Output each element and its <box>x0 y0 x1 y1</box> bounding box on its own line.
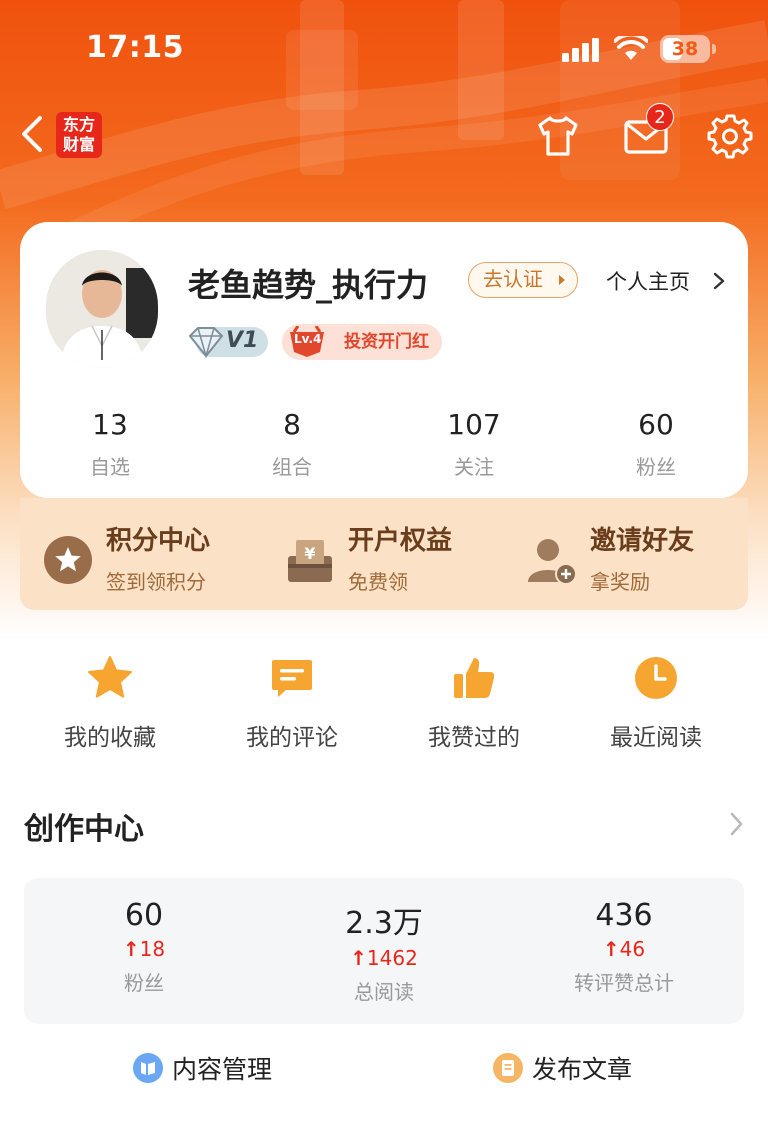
content-management-button[interactable]: 内容管理 <box>132 1048 302 1088</box>
add-friend-icon <box>528 539 577 585</box>
content-manage-icon <box>133 1053 163 1083</box>
creator-stat-delta: ↑1462 <box>284 946 484 970</box>
creator-stat-label: 粉丝 <box>124 971 164 995</box>
stat-fans[interactable]: 60 粉丝 <box>596 408 716 480</box>
chevron-right-icon[interactable] <box>728 810 744 838</box>
benefit-subtitle: 免费领 <box>348 570 408 594</box>
battery-indicator: 38 <box>660 35 716 63</box>
creator-stat-interactions[interactable]: 436 ↑46 转评赞总计 <box>524 898 724 996</box>
shirt-icon[interactable] <box>534 112 582 160</box>
creator-center-title[interactable]: 创作中心 <box>24 804 144 848</box>
app-logo: 东方 财富 <box>56 112 102 158</box>
creator-stat-reads[interactable]: 2.3万 ↑1462 总阅读 <box>284 898 484 1005</box>
creator-stat-fans[interactable]: 60 ↑18 粉丝 <box>44 898 244 996</box>
avatar-photo <box>46 250 158 368</box>
stat-value: 8 <box>283 408 301 441</box>
up-arrow-icon: ↑ <box>350 946 367 970</box>
stat-label: 粉丝 <box>636 455 676 479</box>
delta-value: 18 <box>139 937 166 961</box>
clock-icon <box>635 657 677 699</box>
wifi-icon <box>614 36 648 60</box>
yen-box-icon: ¥ <box>288 540 332 582</box>
cellular-signal-icon <box>562 38 599 62</box>
quick-action-label: 最近阅读 <box>610 725 702 751</box>
vip-level-badge[interactable]: V1 <box>186 324 270 360</box>
up-arrow-icon: ↑ <box>122 937 140 961</box>
comment-icon <box>272 660 312 697</box>
mail-unread-badge: 2 <box>646 103 674 131</box>
status-bar: 17:15 38 <box>0 0 768 100</box>
personal-homepage-link[interactable]: 个人主页 <box>606 266 690 296</box>
vip-level-label: V1 <box>226 328 259 353</box>
username: 老鱼趋势_执行力 <box>188 266 429 304</box>
stat-label: 组合 <box>272 455 312 479</box>
points-center-card[interactable]: 积分中心 签到领积分 <box>42 520 262 594</box>
creator-stat-label: 总阅读 <box>354 980 414 1004</box>
logo-line-1: 东方 <box>62 115 95 134</box>
level-title: 投资开门红 <box>344 332 429 352</box>
avatar[interactable] <box>46 250 158 368</box>
bottom-action-label: 发布文章 <box>532 1055 633 1084</box>
my-comments-button[interactable]: 我的评论 <box>222 654 362 754</box>
my-favorites-button[interactable]: 我的收藏 <box>40 654 180 754</box>
stat-label: 自选 <box>90 455 130 479</box>
creator-stat-value: 60 <box>124 898 164 933</box>
stat-value: 13 <box>92 408 128 441</box>
level-label: Lv.4 <box>294 332 322 346</box>
creator-stat-delta: ↑18 <box>44 937 244 961</box>
publish-article-button[interactable]: 发布文章 <box>492 1048 662 1088</box>
profile-card: 老鱼趋势_执行力 去认证 个人主页 V1 Lv.4 投资开门红 13 自选 8 … <box>20 222 748 498</box>
star-coin-icon <box>44 536 92 584</box>
benefit-subtitle: 拿奖励 <box>590 570 650 594</box>
benefit-title: 邀请好友 <box>590 526 695 556</box>
delta-value: 46 <box>619 937 646 961</box>
stat-label: 关注 <box>454 455 494 479</box>
verify-button[interactable]: 去认证 <box>468 262 578 298</box>
account-benefits-card[interactable]: ¥ 开户权益 免费领 <box>284 520 504 594</box>
quick-action-label: 我赞过的 <box>428 725 520 751</box>
back-arrow-icon[interactable] <box>16 114 50 154</box>
stat-value: 107 <box>447 408 501 441</box>
svg-text:¥: ¥ <box>304 544 315 563</box>
status-time: 17:15 <box>86 30 184 65</box>
publish-article-icon <box>493 1053 523 1083</box>
benefit-title: 开户权益 <box>348 526 453 556</box>
star-icon <box>88 656 132 698</box>
play-triangle-icon <box>559 275 565 285</box>
logo-line-2: 财富 <box>62 135 95 154</box>
creator-stats-panel: 60 ↑18 粉丝 2.3万 ↑1462 总阅读 436 ↑46 转评赞总计 <box>24 878 744 1024</box>
creator-stat-label: 转评赞总计 <box>574 971 674 995</box>
quick-action-label: 我的评论 <box>246 725 338 751</box>
investor-level-badge[interactable]: Lv.4 投资开门红 <box>282 324 442 360</box>
stat-following[interactable]: 107 关注 <box>414 408 534 480</box>
invite-friends-card[interactable]: 邀请好友 拿奖励 <box>526 520 746 594</box>
my-likes-button[interactable]: 我赞过的 <box>404 654 544 754</box>
up-arrow-icon: ↑ <box>602 937 620 961</box>
benefit-title: 积分中心 <box>106 526 211 556</box>
thumbs-up-icon <box>454 658 495 698</box>
battery-level: 38 <box>671 38 699 60</box>
stat-value: 60 <box>638 408 674 441</box>
chevron-right-icon[interactable] <box>712 272 726 290</box>
creator-stat-value: 2.3万 <box>345 906 423 941</box>
creator-stat-value: 436 <box>595 898 653 933</box>
benefit-subtitle: 签到领积分 <box>106 570 206 594</box>
recent-reads-button[interactable]: 最近阅读 <box>586 654 726 754</box>
benefits-strip: 积分中心 签到领积分 ¥ 开户权益 免费领 邀请好友 拿奖励 <box>20 498 748 610</box>
stat-watchlist[interactable]: 13 自选 <box>50 408 170 480</box>
creator-stat-delta: ↑46 <box>524 937 724 961</box>
gear-icon[interactable] <box>706 112 754 160</box>
delta-value: 1462 <box>366 946 418 970</box>
verify-label: 去认证 <box>483 267 543 291</box>
stat-portfolio[interactable]: 8 组合 <box>232 408 352 480</box>
bottom-action-label: 内容管理 <box>172 1055 273 1084</box>
quick-action-label: 我的收藏 <box>64 725 156 751</box>
